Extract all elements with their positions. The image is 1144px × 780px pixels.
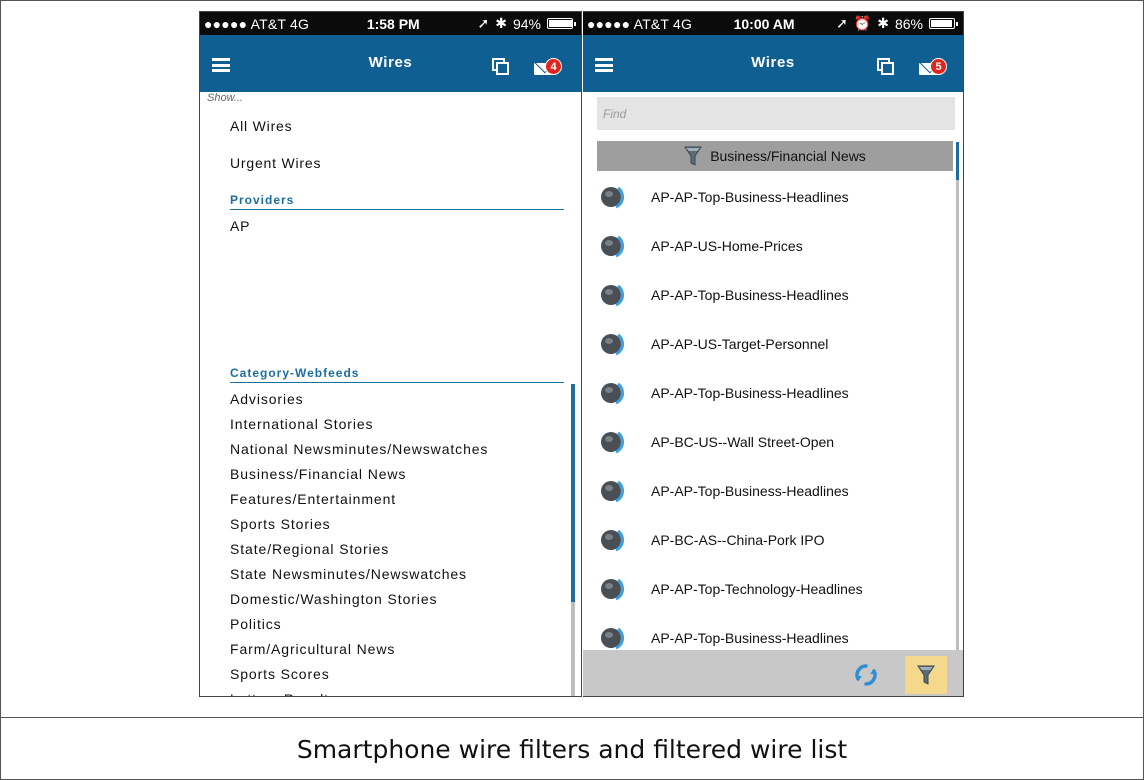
category-item[interactable]: Sports Scores [230,664,560,689]
wire-row[interactable]: AP-AP-Top-Business-Headlines [597,613,957,650]
wire-row[interactable]: AP-BC-AS--China-Pork IPO [597,515,957,564]
wire-globe-icon [601,431,625,453]
nav-title: Wires [751,54,795,71]
wire-title: AP-AP-Top-Business-Headlines [651,384,849,401]
phone-filters-screen: ●●●●● AT&T 4G 1:58 PM ➚ ✱ 94% Wires 4 Sh… [199,11,582,697]
wire-globe-icon [601,186,625,208]
category-item[interactable]: Advisories [230,389,560,414]
wire-title: AP-AP-Top-Business-Headlines [651,188,849,205]
scrollbar-thumb[interactable] [571,384,575,602]
scrollbar[interactable] [571,384,575,696]
wire-globe-icon [601,333,625,355]
providers-header: Providers [230,193,564,210]
funnel-icon [917,665,935,685]
scrollbar[interactable] [956,142,959,650]
clock: 1:58 PM [366,15,420,32]
status-right: ➚ ⏰ ✱ 86% [836,15,958,32]
scrollbar-thumb[interactable] [956,142,959,180]
category-item[interactable]: Politics [230,614,560,639]
battery-icon [929,18,958,29]
category-header: Category-Webfeeds [230,366,564,383]
wire-list: AP-AP-Top-Business-Headlines AP-AP-US-Hom… [597,172,957,650]
location-icon: ➚ [836,15,848,31]
wire-title: AP-AP-Top-Business-Headlines [651,286,849,303]
bluetooth-icon: ✱ [495,15,507,31]
carrier-label: ●●●●● AT&T 4G [204,15,310,32]
wire-title: AP-BC-AS--China-Pork IPO [651,531,825,548]
mail-icon[interactable]: 5 [919,58,949,80]
nav-bar: Wires 4 [200,35,581,92]
category-item[interactable]: State/Regional Stories [230,539,560,564]
clock: 10:00 AM [733,15,795,32]
wire-globe-icon [601,382,625,404]
wire-row[interactable]: AP-AP-Top-Business-Headlines [597,466,957,515]
wire-title: AP-AP-US-Target-Personnel [651,335,829,352]
status-right: ➚ ✱ 94% [477,15,576,32]
battery-percent: 86% [894,15,923,32]
battery-fill [931,20,952,27]
bluetooth-icon: ✱ [877,15,889,31]
wire-globe-icon [601,235,625,257]
category-item[interactable]: Business/Financial News [230,464,560,489]
nav-bar: Wires 5 [583,35,963,92]
unread-badge: 4 [545,58,562,75]
phone-wire-list-screen: ●●●●● AT&T 4G 10:00 AM ➚ ⏰ ✱ 86% Wires 5 [583,11,964,697]
category-item[interactable]: Sports Stories [230,514,560,539]
wire-globe-icon [601,284,625,306]
wire-row[interactable]: AP-AP-US-Target-Personnel [597,319,957,368]
carrier-label: ●●●●● AT&T 4G [587,15,693,32]
battery-fill [549,20,572,27]
category-item[interactable]: Lottery Results [230,689,560,696]
show-label: Show... [207,92,244,104]
funnel-icon [684,146,703,166]
category-item[interactable]: Domestic/Washington Stories [230,589,560,614]
active-filter-banner[interactable]: Business/Financial News [597,141,953,171]
category-list: Advisories International Stories Nationa… [230,389,560,696]
battery-icon [547,18,576,29]
category-item[interactable]: State Newsminutes/Newswatches [230,564,560,589]
wire-title: AP-AP-US-Home-Prices [651,237,803,254]
wire-title: AP-AP-Top-Business-Headlines [651,629,849,646]
wire-title: AP-AP-Top-Technology-Headlines [651,580,863,597]
filter-all-wires[interactable]: All Wires [230,118,292,134]
wire-row[interactable]: AP-BC-US--Wall Street-Open [597,417,957,466]
active-filter-label: Business/Financial News [710,148,866,164]
find-input[interactable] [597,97,955,130]
wire-globe-icon [601,480,625,502]
wire-title: AP-AP-Top-Business-Headlines [651,482,849,499]
category-item[interactable]: Farm/Agricultural News [230,639,560,664]
wire-row[interactable]: AP-AP-Top-Business-Headlines [597,172,957,221]
wire-row[interactable]: AP-AP-Top-Technology-Headlines [597,564,957,613]
category-item[interactable]: Features/Entertainment [230,489,560,514]
unread-badge: 5 [930,58,947,75]
figure-caption: Smartphone wire filters and filtered wir… [296,734,848,764]
wire-globe-icon [601,529,625,551]
wire-globe-icon [601,578,625,600]
status-bar: ●●●●● AT&T 4G 1:58 PM ➚ ✱ 94% [200,12,581,35]
copy-icon[interactable] [877,58,895,76]
alarm-icon: ⏰ [853,15,872,31]
category-item[interactable]: National Newsminutes/Newswatches [230,439,560,464]
wire-row[interactable]: AP-AP-Top-Business-Headlines [597,368,957,417]
filter-button[interactable] [905,656,947,694]
wire-globe-icon [601,627,625,649]
status-bar: ●●●●● AT&T 4G 10:00 AM ➚ ⏰ ✱ 86% [583,12,963,35]
copy-icon[interactable] [492,58,510,76]
bottom-toolbar [583,650,963,696]
wire-row[interactable]: AP-AP-US-Home-Prices [597,221,957,270]
mail-icon[interactable]: 4 [534,58,564,80]
battery-percent: 94% [512,15,541,32]
location-icon: ➚ [477,15,490,31]
wire-row[interactable]: AP-AP-Top-Business-Headlines [597,270,957,319]
figure-frame: ●●●●● AT&T 4G 1:58 PM ➚ ✱ 94% Wires 4 Sh… [0,0,1144,780]
nav-title: Wires [368,54,413,71]
refresh-icon[interactable] [853,662,879,688]
provider-ap[interactable]: AP [230,218,250,234]
wire-title: AP-BC-US--Wall Street-Open [651,433,835,450]
category-item[interactable]: International Stories [230,414,560,439]
filter-urgent-wires[interactable]: Urgent Wires [230,155,321,171]
